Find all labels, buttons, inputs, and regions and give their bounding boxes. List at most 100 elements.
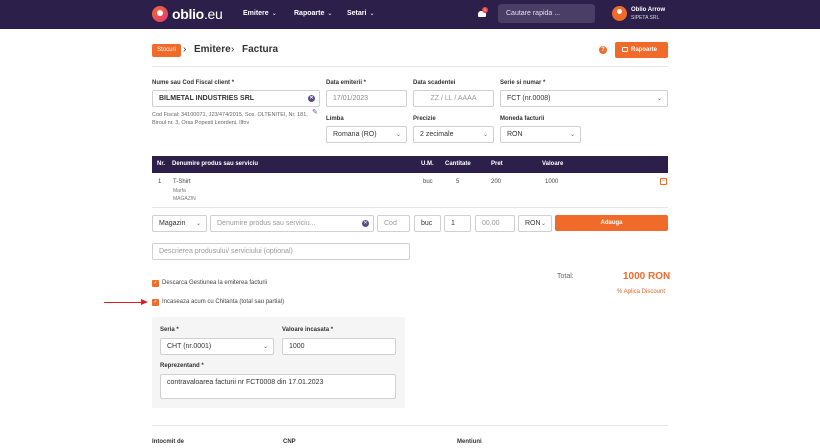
language-select[interactable]: Romana (RO) ⌄ [326, 126, 407, 143]
chevron-down-icon: ⌄ [271, 11, 277, 17]
breadcrumb-separator: › [183, 44, 187, 55]
precision-select[interactable]: 2 zecimale ⌄ [413, 126, 494, 143]
apply-discount-link[interactable]: % Aplica Discount [617, 289, 665, 295]
col-nr: Nr. [157, 161, 166, 167]
product-name-placeholder: Denumire produs sau serviciu... [217, 220, 316, 227]
clear-icon[interactable]: ✕ [308, 95, 315, 102]
col-value: Valoare [542, 161, 564, 167]
receipt-series-label: Seria * [160, 327, 179, 333]
report-icon [622, 47, 628, 52]
um-input[interactable]: buc [414, 215, 441, 232]
cnp-label: CNP [283, 439, 296, 445]
product-name-input[interactable]: Denumire produs sau serviciu... ✕ [210, 215, 374, 232]
divider [152, 425, 668, 426]
total-label: Total: [557, 273, 574, 280]
nav-rapoarte[interactable]: Rapoarte ⌄ [294, 10, 332, 17]
row-value: 1000 [545, 179, 559, 185]
chevron-down-icon: ⌄ [327, 11, 333, 17]
due-date-input[interactable]: ZZ / LL / AAAA [413, 90, 494, 107]
row-nr: 1 [158, 179, 162, 185]
client-details: Cod Fiscal: 34100071, J23/474/2015, Sos.… [152, 112, 308, 126]
mentions-label: Mentiuni [457, 439, 482, 445]
chevron-down-icon: ⌄ [369, 11, 375, 17]
top-navbar: oblio.eu Emitere ⌄ Rapoarte ⌄ Setari ⌄ 1 Ca… [0, 0, 820, 29]
nav-rapoarte-label: Rapoarte [294, 10, 325, 17]
user-name[interactable]: Oblio Arrow [631, 7, 665, 13]
precision-label: Precizie [413, 116, 436, 122]
warehouse-value: Magazin [159, 220, 186, 227]
chevron-down-icon: ⌄ [195, 221, 201, 227]
stock-checkbox-label: Descarca Gestiunea la emiterea facturii [162, 280, 268, 286]
search-input[interactable]: Cautare rapida ... [498, 4, 595, 23]
currency-select[interactable]: RON ⌄ [500, 126, 581, 143]
remove-row-icon[interactable]: − [660, 178, 667, 185]
nav-setari-label: Setari [347, 10, 367, 17]
clear-icon[interactable]: ✕ [362, 220, 369, 227]
col-name: Denumire produs sau serviciu [172, 161, 259, 167]
series-select[interactable]: FCT (nr.0008) ⌄ [500, 90, 668, 107]
series-label: Serie si numar * [500, 80, 546, 86]
client-label: Nume sau Cod Fiscal client * [152, 80, 235, 86]
total-value: 1000 RON [623, 271, 671, 282]
client-input[interactable]: BILMETAL INDUSTRIES SRL ✕ [152, 90, 320, 107]
language-value: Romana (RO) [333, 131, 377, 138]
annotation-arrow-head [141, 299, 148, 305]
row-qty: 5 [456, 179, 460, 185]
receipt-amount-input[interactable]: 1000 [282, 338, 396, 355]
row-product-type: Marfa [173, 188, 186, 194]
col-um: U.M. [421, 161, 434, 167]
receipt-checkbox-label: Incaseaza acum cu Chitanta (total sau pa… [162, 299, 285, 305]
nav-emitere[interactable]: Emitere ⌄ [243, 10, 277, 17]
client-value: BILMETAL INDUSTRIES SRL [159, 95, 255, 102]
description-input[interactable]: Descrierea produsului/ serviciului (opti… [152, 243, 410, 260]
col-qty: Cantitate [445, 161, 471, 167]
edit-client-icon[interactable]: ✎ [312, 109, 318, 116]
warehouse-select[interactable]: Magazin ⌄ [152, 215, 207, 232]
receipt-series-value: CHT (nr.0001) [167, 343, 212, 350]
stocuri-badge[interactable]: Stocuri [152, 44, 181, 57]
price-input[interactable]: 00.00 [475, 215, 515, 232]
row-warehouse: MAGAZIN [173, 196, 196, 202]
series-value: FCT (nr.0008) [507, 95, 551, 102]
language-label: Limba [326, 116, 344, 122]
nav-setari[interactable]: Setari ⌄ [347, 10, 375, 17]
receipt-series-select[interactable]: CHT (nr.0001) ⌄ [160, 338, 274, 355]
divider [152, 66, 668, 67]
representative-textarea[interactable]: contravaloarea facturii nr FCT0008 din 1… [160, 374, 396, 399]
chevron-down-icon: ⌄ [569, 132, 575, 138]
row-currency-value: RON [525, 220, 541, 227]
nav-emitere-label: Emitere [243, 10, 269, 17]
representative-label: Reprezentand * [160, 363, 204, 369]
receipt-checkbox[interactable]: ✓ [152, 299, 159, 306]
notification-count-badge: 1 [482, 7, 488, 13]
issue-date-label: Data emiterii * [326, 80, 367, 86]
row-price: 200 [491, 179, 502, 185]
user-avatar-icon[interactable] [612, 6, 627, 21]
issue-date-input[interactable]: 17/01/2023 [326, 90, 407, 107]
reports-button-label: Rapoarte [631, 47, 658, 53]
reports-button[interactable]: Rapoarte [615, 42, 668, 58]
breadcrumb-emitere[interactable]: Emitere [194, 44, 231, 55]
issued-by-label: Intocmit de [152, 439, 185, 445]
quantity-input[interactable]: 1 [444, 215, 471, 232]
logo[interactable]: oblio.eu [152, 6, 223, 22]
logo-icon [152, 6, 168, 22]
add-product-button[interactable]: Adauga [555, 215, 668, 231]
user-company: SIPETA SRL [631, 15, 660, 21]
currency-label: Moneda facturii [500, 116, 545, 122]
products-table-header: Nr. Denumire produs sau serviciu U.M. Ca… [152, 156, 668, 173]
due-date-label: Data scadentei [413, 80, 456, 86]
chevron-down-icon: ⌄ [540, 221, 546, 227]
page-title: Factura [242, 44, 279, 55]
notifications-bell-icon[interactable]: 1 [478, 7, 488, 18]
logo-suffix: .eu [203, 6, 223, 22]
col-price: Pret [491, 161, 503, 167]
precision-value: 2 zecimale [420, 131, 454, 138]
stock-checkbox[interactable]: ✓ [152, 280, 159, 287]
row-currency-select[interactable]: RON ⌄ [518, 215, 552, 232]
help-icon[interactable]: ? [599, 46, 607, 54]
breadcrumb-separator: › [231, 44, 235, 55]
currency-value: RON [507, 131, 523, 138]
chevron-down-icon: ⌄ [395, 132, 401, 138]
code-input[interactable]: Cod [377, 215, 410, 232]
